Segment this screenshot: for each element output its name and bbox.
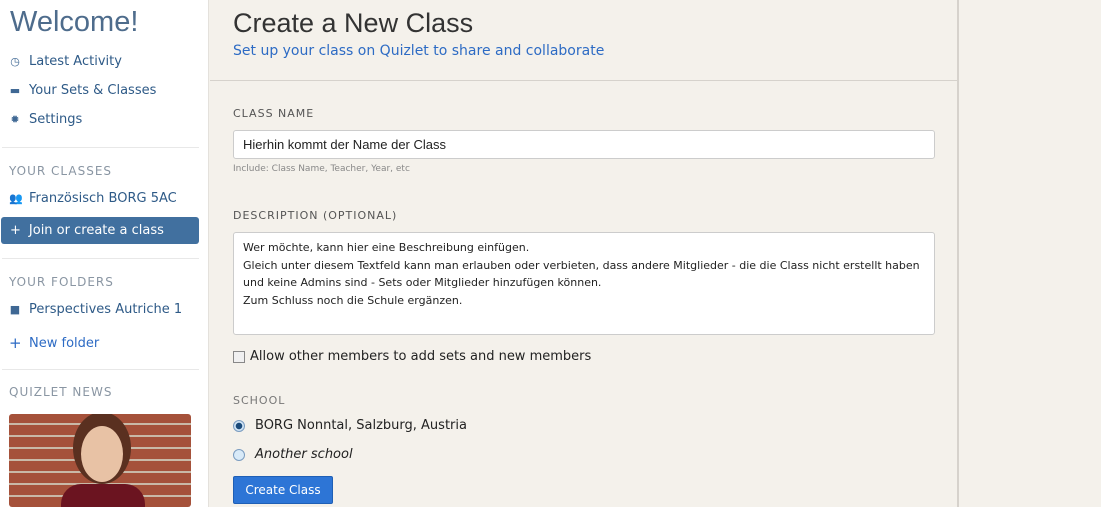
class-name-help: Include: Class Name, Teacher, Year, etc [233, 164, 410, 174]
class-name-label: CLASS NAME [233, 107, 315, 120]
description-textarea[interactable]: Wer möchte, kann hier eine Beschreibung … [233, 232, 935, 335]
allow-label: Allow other members to add sets and new … [250, 349, 592, 364]
folder-item[interactable]: ■ Perspectives Autriche 1 [9, 302, 182, 317]
divider [2, 369, 199, 370]
class-label: Französisch BORG 5AC [29, 191, 177, 206]
radio-selected[interactable] [233, 419, 245, 432]
nav-label: Your Sets & Classes [29, 83, 157, 98]
nav-sets-classes[interactable]: ▬ Your Sets & Classes [9, 83, 157, 98]
nav-latest-activity[interactable]: ◷ Latest Activity [9, 54, 122, 69]
radio[interactable] [233, 448, 245, 461]
create-class-form: Create a New Class Set up your class on … [210, 0, 959, 507]
plus-icon: + [10, 223, 21, 238]
folder-label: Perspectives Autriche 1 [29, 302, 183, 317]
page-subtitle: Set up your class on Quizlet to share an… [233, 43, 605, 59]
school-option-label: Another school [255, 447, 353, 462]
join-label: Join or create a class [28, 223, 164, 238]
users-icon: 👥 [9, 192, 23, 205]
gear-icon: ✹ [10, 113, 20, 126]
join-create-class-button[interactable]: + Join or create a class [1, 217, 199, 244]
cards-icon: ▬ [9, 84, 21, 97]
checkbox[interactable] [233, 350, 245, 363]
folder-icon: ■ [9, 303, 21, 316]
plus-icon: + [9, 334, 22, 352]
news-image[interactable] [9, 414, 191, 507]
school-option-borg[interactable]: BORG Nonntal, Salzburg, Austria [233, 418, 467, 433]
classes-header: YOUR CLASSES [9, 164, 113, 178]
class-item[interactable]: 👥 Französisch BORG 5AC [9, 191, 177, 206]
new-folder-link[interactable]: + New folder [9, 334, 99, 352]
new-folder-label: New folder [29, 335, 100, 351]
description-label: DESCRIPTION (OPTIONAL) [233, 209, 398, 222]
school-option-label: BORG Nonntal, Salzburg, Austria [255, 418, 467, 433]
nav-settings[interactable]: ✹ Settings [9, 112, 82, 127]
news-header: QUIZLET NEWS [9, 385, 113, 399]
divider [2, 147, 199, 148]
welcome-heading: Welcome! [10, 6, 139, 38]
nav-label: Latest Activity [29, 54, 122, 69]
create-class-button[interactable]: Create Class [233, 476, 333, 504]
page-title: Create a New Class [233, 8, 474, 38]
divider [210, 80, 959, 81]
divider [2, 258, 199, 259]
school-label: SCHOOL [233, 394, 286, 407]
folders-header: YOUR FOLDERS [9, 275, 114, 289]
nav-label: Settings [29, 112, 83, 127]
sidebar: Welcome! ◷ Latest Activity ▬ Your Sets & C… [0, 0, 209, 507]
school-option-another[interactable]: Another school [233, 447, 353, 462]
class-name-input[interactable]: Hierhin kommt der Name der Class [233, 130, 935, 159]
clock-icon: ◷ [10, 55, 20, 68]
allow-members-checkbox[interactable]: Allow other members to add sets and new … [233, 349, 591, 364]
